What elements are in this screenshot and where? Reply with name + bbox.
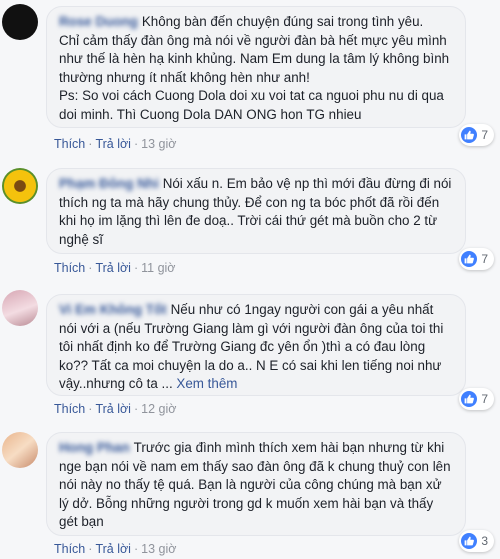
avatar[interactable] (2, 168, 38, 204)
reaction-count-value: 3 (481, 534, 488, 548)
comment-author[interactable]: Phạm Đông Nhi (59, 176, 159, 191)
comment-actions: Thích · Trả lời · 13 giờ (54, 542, 176, 556)
comment-actions: Thích · Trả lời · 11 giờ (54, 261, 176, 275)
comment-bubble: Hong Phan Trước gia đình mình thích xem h… (46, 432, 466, 536)
reply-link[interactable]: Trả lời (95, 261, 131, 275)
separator: · (133, 137, 139, 151)
separator: · (133, 542, 139, 556)
comment-text: Không bàn đến chuyện đúng sai trong tình… (59, 14, 450, 122)
like-reaction-icon (461, 127, 478, 143)
separator: · (133, 261, 139, 275)
comment-time[interactable]: 13 giờ (141, 542, 176, 556)
comment-author[interactable]: Vi Em Không Tốt (59, 302, 167, 317)
see-more-link[interactable]: Xem thêm (176, 376, 237, 391)
like-link[interactable]: Thích (54, 261, 85, 275)
separator: · (133, 402, 139, 416)
comment-time[interactable]: 12 giờ (141, 402, 176, 416)
comment-author[interactable]: Rose Duong (59, 14, 138, 29)
reaction-count-value: 7 (481, 392, 488, 406)
reaction-count[interactable]: 7 (459, 388, 494, 410)
avatar[interactable] (2, 4, 38, 40)
reply-link[interactable]: Trả lời (95, 542, 131, 556)
like-reaction-icon (461, 533, 478, 549)
like-link[interactable]: Thích (54, 542, 85, 556)
separator: · (88, 261, 93, 275)
reply-link[interactable]: Trả lời (95, 137, 131, 151)
comment-actions: Thích · Trả lời · 12 giờ (54, 402, 176, 416)
reply-link[interactable]: Trả lời (95, 402, 131, 416)
avatar[interactable] (2, 290, 38, 326)
reaction-count[interactable]: 3 (459, 530, 494, 552)
like-reaction-icon (461, 251, 478, 267)
like-reaction-icon (461, 391, 478, 407)
comment-author[interactable]: Hong Phan (59, 440, 130, 455)
reaction-count[interactable]: 7 (459, 248, 494, 270)
separator: · (88, 402, 93, 416)
reaction-count[interactable]: 7 (459, 124, 494, 146)
separator: · (88, 137, 93, 151)
reaction-count-value: 7 (481, 128, 488, 142)
comment-time[interactable]: 13 giờ (141, 137, 176, 151)
comment-bubble: Rose Duong Không bàn đến chuyện đúng sai … (46, 6, 466, 128)
comment-bubble: Vi Em Không Tốt Nếu như có 1ngay người co… (46, 294, 466, 396)
avatar[interactable] (2, 432, 38, 468)
like-link[interactable]: Thích (54, 137, 85, 151)
comment-actions: Thích · Trả lời · 13 giờ (54, 137, 176, 151)
comment-time[interactable]: 11 giờ (141, 261, 175, 275)
comment-bubble: Phạm Đông Nhi Nói xấu n. Em bảo vệ np thì… (46, 168, 466, 254)
reaction-count-value: 7 (481, 252, 488, 266)
separator: · (88, 542, 93, 556)
like-link[interactable]: Thích (54, 402, 85, 416)
